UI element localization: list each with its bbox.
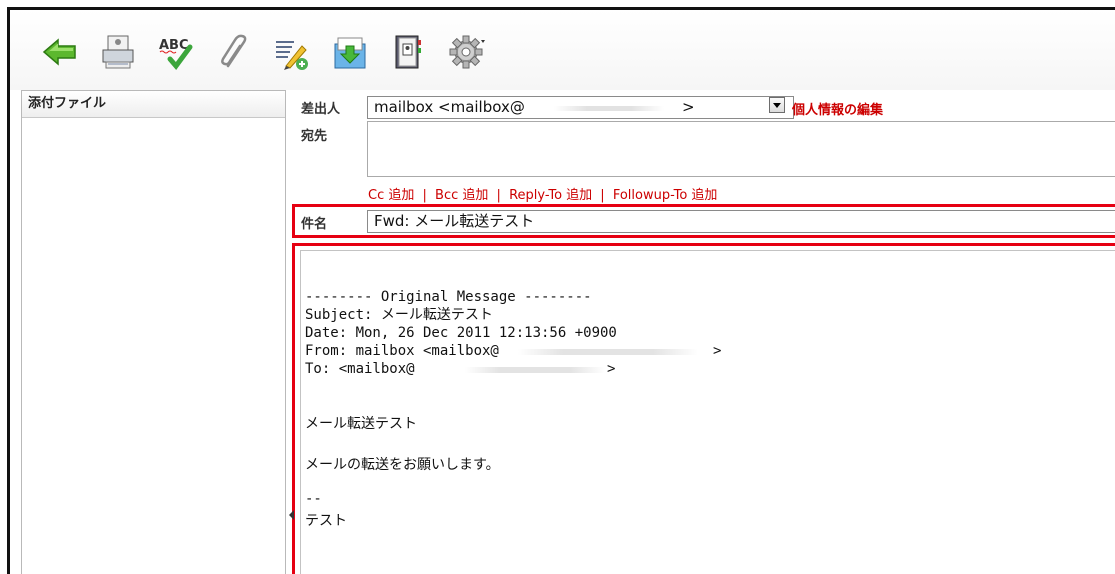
to-label: 宛先 (301, 129, 328, 144)
body-text-line: メールの転送をお願いします。 (305, 457, 500, 473)
address-book-icon[interactable] (388, 32, 428, 72)
body-from-line-end: > (713, 343, 722, 359)
signature-text: テスト (305, 513, 347, 529)
signature-icon[interactable] (272, 32, 312, 72)
body-text-line: メール転送テスト (305, 416, 417, 432)
body-date-line: Date: Mon, 26 Dec 2011 12:13:56 +0900 (305, 325, 617, 341)
add-followup-to-link[interactable]: Followup-To 追加 (613, 188, 718, 203)
from-value: mailbox <mailbox@ (374, 98, 525, 116)
body-to-line: To: <mailbox@ (305, 361, 415, 377)
link-separator: | (422, 188, 427, 203)
link-separator: | (600, 188, 605, 203)
from-label: 差出人 (301, 102, 341, 117)
add-bcc-link[interactable]: Bcc 追加 (435, 188, 488, 203)
link-separator: | (496, 188, 501, 203)
subject-label: 件名 (301, 217, 328, 232)
body-to-line-end: > (607, 361, 616, 377)
compose-window: ABC 添付ファイル 差出人 mailbox <mailbox@ > 個人情報の… (7, 7, 1115, 574)
spellcheck-text: ABC (159, 38, 189, 53)
add-header-links: Cc 追加 | Bcc 追加 | Reply-To 追加 | Followup-… (368, 184, 717, 203)
redacted-domain (465, 367, 605, 373)
attach-icon[interactable] (214, 32, 254, 72)
toolbar: ABC (10, 10, 1115, 90)
add-reply-to-link[interactable]: Reply-To 追加 (509, 188, 592, 203)
to-field[interactable] (367, 121, 1115, 177)
signature-separator: -- (305, 491, 322, 507)
body-from-line: From: mailbox <mailbox@ (305, 343, 499, 359)
save-icon[interactable] (98, 32, 138, 72)
redacted-domain (518, 349, 698, 355)
spellcheck-icon[interactable]: ABC (156, 32, 196, 72)
from-value-end: > (682, 98, 695, 116)
resize-handle-icon[interactable] (289, 510, 294, 520)
attachments-header: 添付ファイル (22, 91, 285, 118)
body-subject-line: Subject: メール転送テスト (305, 307, 493, 323)
subject-input[interactable]: Fwd: メール転送テスト (367, 210, 1115, 233)
insert-response-icon[interactable] (330, 32, 370, 72)
back-arrow-icon[interactable] (40, 32, 80, 72)
add-cc-link[interactable]: Cc 追加 (368, 188, 414, 203)
edit-identity-link[interactable]: 個人情報の編集 (792, 99, 883, 118)
from-select[interactable]: mailbox <mailbox@ > (367, 96, 794, 119)
chevron-down-icon[interactable] (769, 97, 785, 113)
gear-icon[interactable] (446, 32, 486, 72)
redacted-domain (554, 106, 664, 111)
attachments-pane: 添付ファイル (21, 90, 286, 574)
original-message-header: -------- Original Message -------- (305, 289, 592, 305)
